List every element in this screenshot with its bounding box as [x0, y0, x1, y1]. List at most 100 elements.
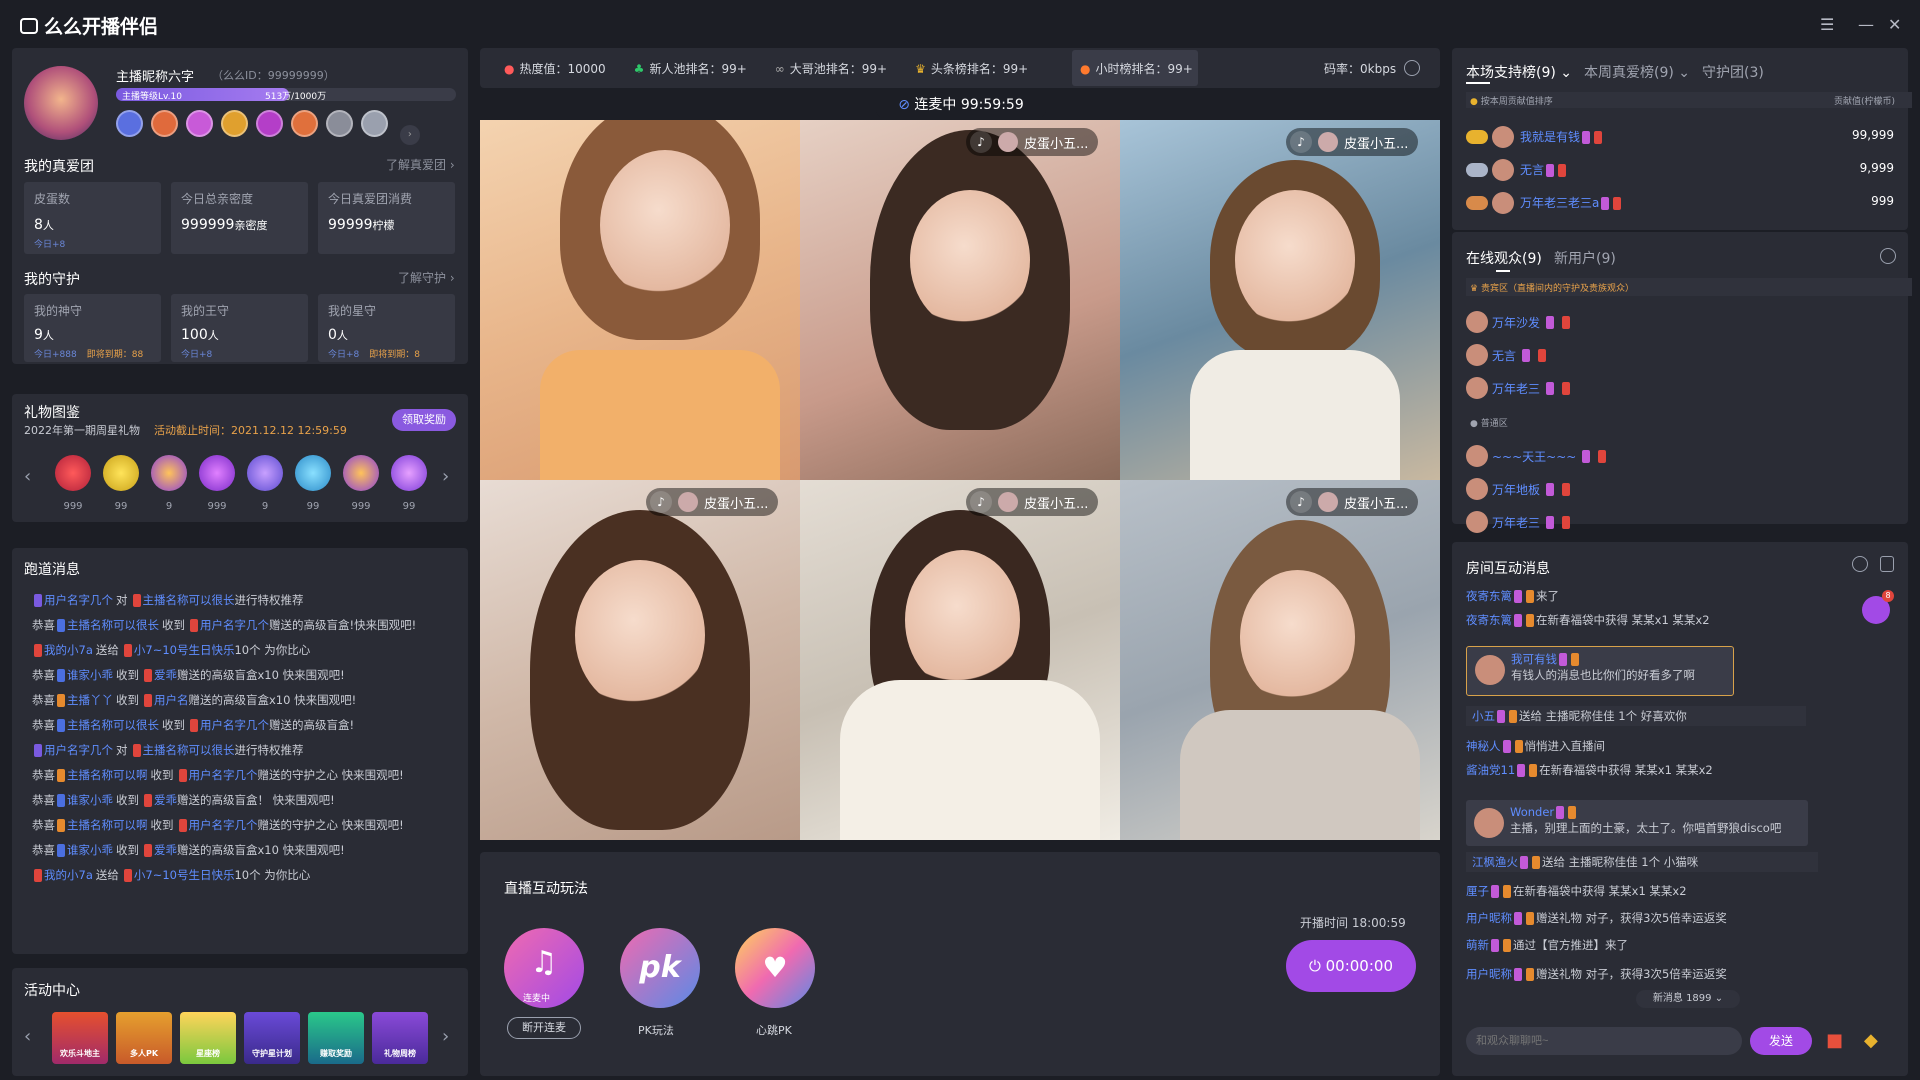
guest-chip[interactable]: ♪ 皮蛋小五...	[966, 488, 1099, 516]
close-icon[interactable]: ✕	[1888, 15, 1901, 34]
medal-icon[interactable]	[116, 110, 143, 137]
runway-user-a[interactable]: 用户名字几个	[44, 743, 113, 757]
hourly-stat[interactable]: ● 小时榜排名：99+	[1080, 60, 1193, 77]
runway-user-b[interactable]: 用户名字几个	[200, 618, 269, 632]
guard-more-link[interactable]: 了解守护 ›	[398, 269, 455, 286]
runway-user-b[interactable]: 用户名字几个	[189, 818, 258, 832]
video-tile[interactable]	[800, 480, 1120, 840]
gift-box-icon[interactable]: ■	[1826, 1030, 1843, 1051]
menu-icon[interactable]: ☰	[1820, 15, 1834, 34]
activity-prev-icon[interactable]: ‹	[24, 1026, 31, 1047]
rank-user[interactable]: 无言	[1520, 161, 1568, 178]
guest-chip[interactable]: ♪ 皮蛋小五...	[1286, 128, 1419, 156]
room-message-user[interactable]: 夜寄东篱	[1466, 589, 1512, 603]
minimize-icon[interactable]: —	[1858, 15, 1874, 34]
headline-stat[interactable]: ♛ 头条榜排名：99+	[915, 60, 1028, 77]
video-tile[interactable]	[800, 120, 1120, 480]
runway-user-a[interactable]: 主播名称可以啊	[67, 818, 148, 832]
heart-pk-button[interactable]: ♥	[735, 928, 815, 1008]
gamepad-icon[interactable]: ◆	[1864, 1030, 1878, 1051]
new-messages-button[interactable]: 新消息 1899 ⌄	[1636, 990, 1740, 1008]
mic-icon[interactable]: ♪	[970, 491, 992, 513]
runway-user-b[interactable]: 用户名	[154, 693, 189, 707]
gift-prev-icon[interactable]: ‹	[24, 466, 31, 487]
heat-stat[interactable]: ● 热度值：10000	[504, 60, 606, 77]
medal-icon[interactable]	[151, 110, 178, 137]
video-tile[interactable]	[1120, 120, 1440, 480]
runway-user-a[interactable]: 我的小7a	[44, 868, 93, 882]
tab-new-users[interactable]: 新用户(9)	[1554, 248, 1616, 268]
audience-name[interactable]: 万年地板	[1492, 481, 1540, 498]
pk-button[interactable]: pk	[620, 928, 700, 1008]
chevron-right-icon[interactable]: ›	[399, 125, 420, 145]
runway-user-b[interactable]: 用户名字几个	[189, 768, 258, 782]
guest-chip[interactable]: ♪ 皮蛋小五...	[646, 488, 779, 516]
audience-row[interactable]: 万年地板	[1466, 478, 1572, 500]
audience-name[interactable]: 万年沙发	[1492, 314, 1540, 331]
gift-item[interactable]: 99	[293, 455, 333, 512]
runway-user-a[interactable]: 主播名称可以很长	[67, 618, 159, 632]
audience-name[interactable]: ~~~天王~~~	[1492, 448, 1576, 465]
runway-user-a[interactable]: 谁家小乖	[67, 668, 113, 682]
chat-input[interactable]	[1476, 1030, 1736, 1052]
bigbro-stat[interactable]: ∞ 大哥池排名：99+	[775, 60, 887, 77]
gift-item[interactable]: 9	[245, 455, 285, 512]
runway-user-a[interactable]: 我的小7a	[44, 643, 93, 657]
avatar[interactable]	[1492, 159, 1514, 181]
gift-item[interactable]: 99	[101, 455, 141, 512]
audience-row[interactable]: 万年沙发	[1466, 311, 1572, 333]
room-message-user[interactable]: 小五	[1472, 709, 1495, 723]
medal-icon[interactable]	[186, 110, 213, 137]
tab-support-rank[interactable]: 本场支持榜(9) ⌄	[1466, 62, 1572, 82]
mic-icon[interactable]: ♪	[970, 131, 992, 153]
audience-name[interactable]: 无言	[1492, 347, 1516, 364]
rank-user[interactable]: 我就是有钱	[1520, 128, 1604, 145]
lock-icon[interactable]	[1880, 556, 1894, 572]
runway-user-a[interactable]: 谁家小乖	[67, 843, 113, 857]
medal-icon[interactable]	[361, 110, 388, 137]
room-message-user[interactable]: 江枫渔火	[1472, 855, 1518, 869]
fan-club-more-link[interactable]: 了解真爱团 ›	[386, 156, 455, 173]
runway-user-a[interactable]: 主播丫丫	[67, 693, 113, 707]
audience-row[interactable]: 无言	[1466, 344, 1548, 366]
runway-user-b[interactable]: 小7~10号生日快乐	[134, 643, 235, 657]
video-tile[interactable]	[480, 120, 800, 480]
gift-item[interactable]: 99	[389, 455, 429, 512]
claim-reward-button[interactable]: 领取奖励	[392, 409, 456, 431]
mic-icon[interactable]: ♪	[650, 491, 672, 513]
avatar[interactable]	[24, 66, 98, 140]
medal-icon[interactable]	[256, 110, 283, 137]
video-tile[interactable]	[480, 480, 800, 840]
runway-user-a[interactable]: 谁家小乖	[67, 793, 113, 807]
avatar[interactable]	[1492, 126, 1514, 148]
runway-user-b[interactable]: 爱乖	[154, 793, 177, 807]
runway-user-b[interactable]: 小7~10号生日快乐	[134, 868, 235, 882]
mic-icon[interactable]: ♪	[1290, 131, 1312, 153]
gift-item[interactable]: 999	[53, 455, 93, 512]
tab-week-rank[interactable]: 本周真爱榜(9) ⌄	[1584, 62, 1690, 82]
tab-guard-group[interactable]: 守护团(3)	[1702, 62, 1764, 82]
newpool-stat[interactable]: ♣ 新人池排名：99+	[634, 60, 747, 77]
room-message-user[interactable]: 用户昵称	[1466, 911, 1512, 925]
disconnect-button[interactable]: 断开连麦	[507, 1017, 581, 1039]
runway-user-b[interactable]: 爱乖	[154, 668, 177, 682]
audience-name[interactable]: 万年老三	[1492, 380, 1540, 397]
guest-chip[interactable]: ♪ 皮蛋小五...	[966, 128, 1099, 156]
room-message-user[interactable]: 萌新	[1466, 938, 1489, 952]
runway-user-a[interactable]: 主播名称可以很长	[67, 718, 159, 732]
gift-next-icon[interactable]: ›	[442, 466, 449, 487]
room-message-user[interactable]: 神秘人	[1466, 739, 1501, 753]
medal-icon[interactable]	[326, 110, 353, 137]
mic-icon[interactable]: ♪	[1290, 491, 1312, 513]
runway-user-b[interactable]: 用户名字几个	[200, 718, 269, 732]
medal-icon[interactable]	[291, 110, 318, 137]
settings-icon[interactable]	[1404, 60, 1420, 76]
medal-icon[interactable]	[221, 110, 248, 137]
room-message-user[interactable]: 夜寄东篱	[1466, 613, 1512, 627]
runway-user-b[interactable]: 主播名称可以很长	[143, 743, 235, 757]
runway-user-b[interactable]: 爱乖	[154, 843, 177, 857]
room-message-user[interactable]: Wonder	[1510, 805, 1554, 819]
runway-user-a[interactable]: 主播名称可以啊	[67, 768, 148, 782]
gift-item[interactable]: 999	[197, 455, 237, 512]
settings-icon[interactable]	[1880, 248, 1896, 264]
